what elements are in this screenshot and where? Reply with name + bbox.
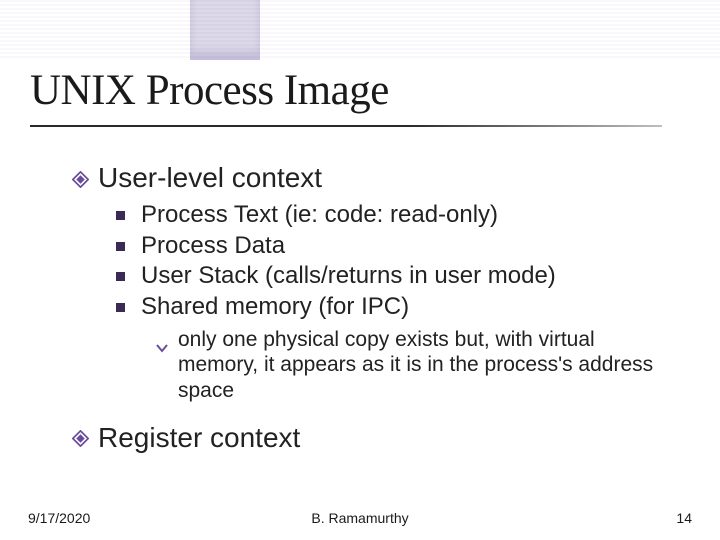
square-bullet-icon <box>116 242 125 251</box>
slide-title: UNIX Process Image <box>30 66 690 115</box>
title-area: UNIX Process Image <box>30 66 690 127</box>
sub-note-list: only one physical copy exists but, with … <box>156 327 680 404</box>
list-item: Process Data <box>116 231 680 262</box>
list-item: Process Text (ie: code: read-only) <box>116 200 680 231</box>
sub-note-item: only one physical copy exists but, with … <box>156 327 680 404</box>
square-bullet-icon <box>116 272 125 281</box>
section-row: User-level context <box>72 162 680 194</box>
diamond-bullet-icon <box>72 430 89 447</box>
slide-footer: 9/17/2020 B. Ramamurthy 14 <box>28 510 692 526</box>
bullet-list: Process Text (ie: code: read-only) Proce… <box>116 200 680 323</box>
list-item: Shared memory (for IPC) <box>116 292 680 323</box>
footer-date: 9/17/2020 <box>28 510 90 526</box>
square-bullet-icon <box>116 303 125 312</box>
footer-author: B. Ramamurthy <box>28 510 692 526</box>
list-item-text: Process Data <box>141 231 285 262</box>
square-bullet-icon <box>116 211 125 220</box>
list-item-text: User Stack (calls/returns in user mode) <box>141 261 556 292</box>
diamond-bullet-icon <box>72 171 89 188</box>
title-underline <box>30 125 662 127</box>
list-item-text: Process Text (ie: code: read-only) <box>141 200 498 231</box>
slide-body: User-level context Process Text (ie: cod… <box>72 162 680 460</box>
list-item-text: Shared memory (for IPC) <box>141 292 409 323</box>
section-label: User-level context <box>98 162 322 194</box>
chevron-down-icon <box>156 335 168 347</box>
section-row: Register context <box>72 422 680 454</box>
footer-page-number: 14 <box>676 510 692 526</box>
list-item: User Stack (calls/returns in user mode) <box>116 261 680 292</box>
slide: UNIX Process Image User-level context Pr… <box>0 0 720 540</box>
top-decoration <box>0 0 720 60</box>
sub-note-text: only one physical copy exists but, with … <box>178 327 680 404</box>
section-label: Register context <box>98 422 300 454</box>
top-decoration-block <box>190 0 260 60</box>
